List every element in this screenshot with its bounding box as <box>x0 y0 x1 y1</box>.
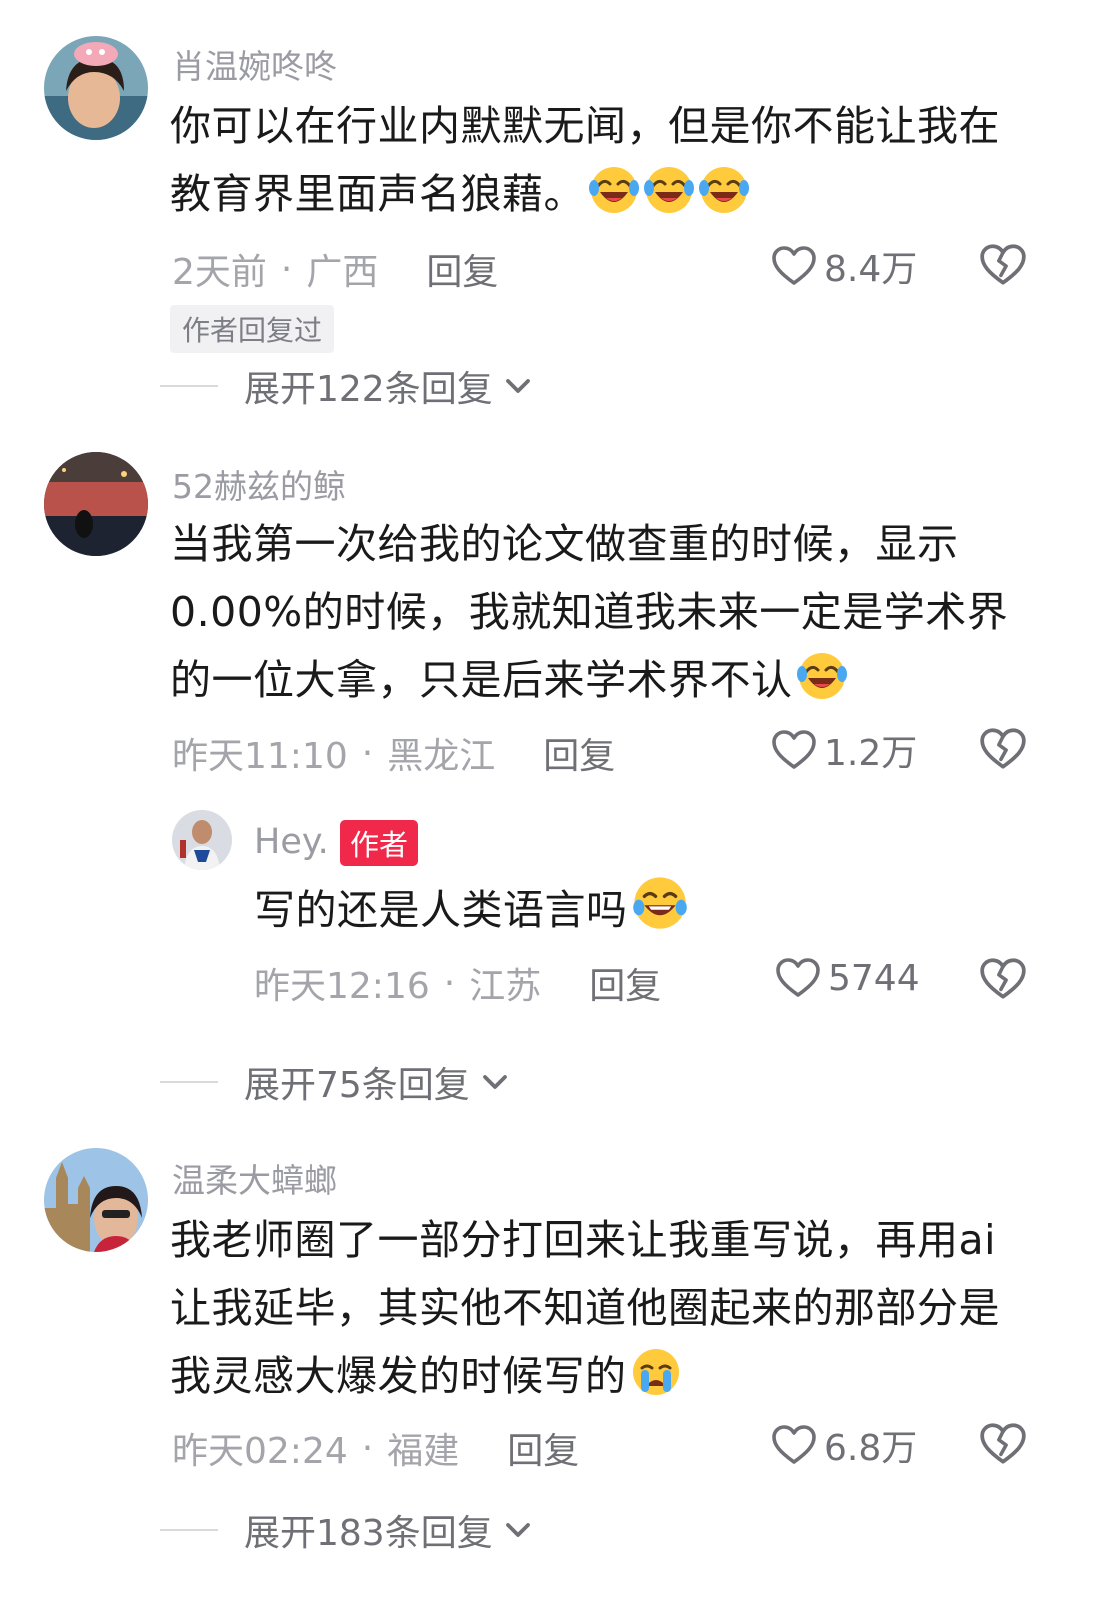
crying-emoji <box>630 1346 682 1398</box>
heart-icon <box>770 726 818 774</box>
expand-replies-button[interactable]: 展开183条回复 <box>160 1504 533 1556</box>
expand-replies-label: 展开75条回复 <box>244 1065 470 1106</box>
like-count: 5744 <box>828 957 920 999</box>
reply-time: 昨天12:16 <box>254 966 430 1007</box>
like-count: 8.4万 <box>824 249 918 290</box>
comment-meta: 昨天02:24 · 福建 回复 <box>172 1422 579 1474</box>
like-count: 6.8万 <box>824 1428 918 1469</box>
comment-text-line: 让我延毕，其实他不知道他圈起来的那部分是 <box>170 1284 1000 1332</box>
comment-location: 广西 <box>306 252 379 293</box>
like-button[interactable]: 6.8万 <box>770 1419 917 1471</box>
chevron-down-icon <box>503 1515 533 1545</box>
laughing-tears-emoji <box>698 164 750 216</box>
laughing-tears-emoji <box>643 164 695 216</box>
divider-line <box>160 1529 218 1531</box>
broken-heart-icon[interactable] <box>978 724 1028 774</box>
heart-icon <box>770 1421 818 1469</box>
like-button[interactable]: 1.2万 <box>770 724 917 776</box>
reply-username[interactable]: Hey. <box>254 822 329 862</box>
meta-separator: · <box>443 962 456 1004</box>
avatar[interactable] <box>44 36 148 140</box>
comment-time: 昨天02:24 <box>172 1431 348 1472</box>
author-tag: 作者 <box>340 820 419 866</box>
comment-location: 黑龙江 <box>387 736 496 777</box>
reply-button[interactable]: 回复 <box>426 243 498 295</box>
comment-text-line: 我灵感大爆发的时候写的 <box>170 1352 627 1400</box>
broken-heart-icon[interactable] <box>978 240 1028 290</box>
reply-text: 写的还是人类语言吗 <box>254 874 1014 944</box>
reply-button[interactable]: 回复 <box>589 957 661 1009</box>
reply-button[interactable]: 回复 <box>507 1422 579 1474</box>
joy-emoji <box>631 874 689 932</box>
username[interactable]: 52赫兹的鲸 <box>172 460 346 508</box>
like-button[interactable]: 5744 <box>774 954 920 1002</box>
comment-location: 福建 <box>387 1431 460 1472</box>
comment-meta: 2天前 · 广西 回复 <box>172 243 498 295</box>
author-replied-badge: 作者回复过 <box>170 305 335 353</box>
reply-location: 江苏 <box>469 966 542 1007</box>
reply-button[interactable]: 回复 <box>543 727 615 779</box>
expand-replies-button[interactable]: 展开122条回复 <box>160 360 533 412</box>
divider-line <box>160 1081 218 1083</box>
comment-meta: 昨天11:10 · 黑龙江 回复 <box>172 727 615 779</box>
like-count: 1.2万 <box>824 733 918 774</box>
broken-heart-icon[interactable] <box>978 954 1028 1004</box>
meta-separator: · <box>361 732 374 774</box>
comment-text-line: 0.00%的时候，我就知道我未来一定是学术界 <box>170 588 1009 636</box>
laughing-tears-emoji <box>588 164 640 216</box>
comment-text-line: 我老师圈了一部分打回来让我重写说，再用ai <box>170 1216 997 1264</box>
username[interactable]: 温柔大蟑螂 <box>172 1154 337 1202</box>
reply-meta: 昨天12:16 · 江苏 回复 <box>254 957 661 1009</box>
comment-text-line: 你可以在行业内默默无闻，但是你不能让我在 <box>170 102 1000 150</box>
reply-text-line: 写的还是人类语言吗 <box>254 886 628 934</box>
divider-line <box>160 385 218 387</box>
expand-replies-label: 展开183条回复 <box>244 1513 493 1554</box>
comment-text: 你可以在行业内默默无闻，但是你不能让我在 教育界里面声名狼藉。 <box>170 92 1050 228</box>
expand-replies-label: 展开122条回复 <box>244 369 493 410</box>
chevron-down-icon <box>480 1067 510 1097</box>
expand-replies-button[interactable]: 展开75条回复 <box>160 1056 510 1108</box>
heart-icon <box>774 954 822 1002</box>
reply-avatar[interactable] <box>172 810 232 870</box>
heart-icon <box>770 242 818 290</box>
username[interactable]: 肖温婉咚咚 <box>172 40 337 88</box>
avatar[interactable] <box>44 1148 148 1252</box>
like-button[interactable]: 8.4万 <box>770 240 917 292</box>
comment-text: 我老师圈了一部分打回来让我重写说，再用ai 让我延毕，其实他不知道他圈起来的那部… <box>170 1206 1070 1410</box>
laughing-tears-emoji <box>796 650 848 702</box>
broken-heart-icon[interactable] <box>978 1419 1028 1469</box>
comment-text-line: 的一位大拿，只是后来学术界不认 <box>170 656 793 704</box>
meta-separator: · <box>280 248 293 290</box>
comment-text-line: 教育界里面声名狼藉。 <box>170 170 585 218</box>
chevron-down-icon <box>503 371 533 401</box>
comment-text-line: 当我第一次给我的论文做查重的时候，显示 <box>170 520 959 568</box>
avatar[interactable] <box>44 452 148 556</box>
comment-time: 昨天11:10 <box>172 736 348 777</box>
comment-text: 当我第一次给我的论文做查重的时候，显示 0.00%的时候，我就知道我未来一定是学… <box>170 510 1050 714</box>
meta-separator: · <box>361 1427 374 1469</box>
comment-time: 2天前 <box>172 252 267 293</box>
